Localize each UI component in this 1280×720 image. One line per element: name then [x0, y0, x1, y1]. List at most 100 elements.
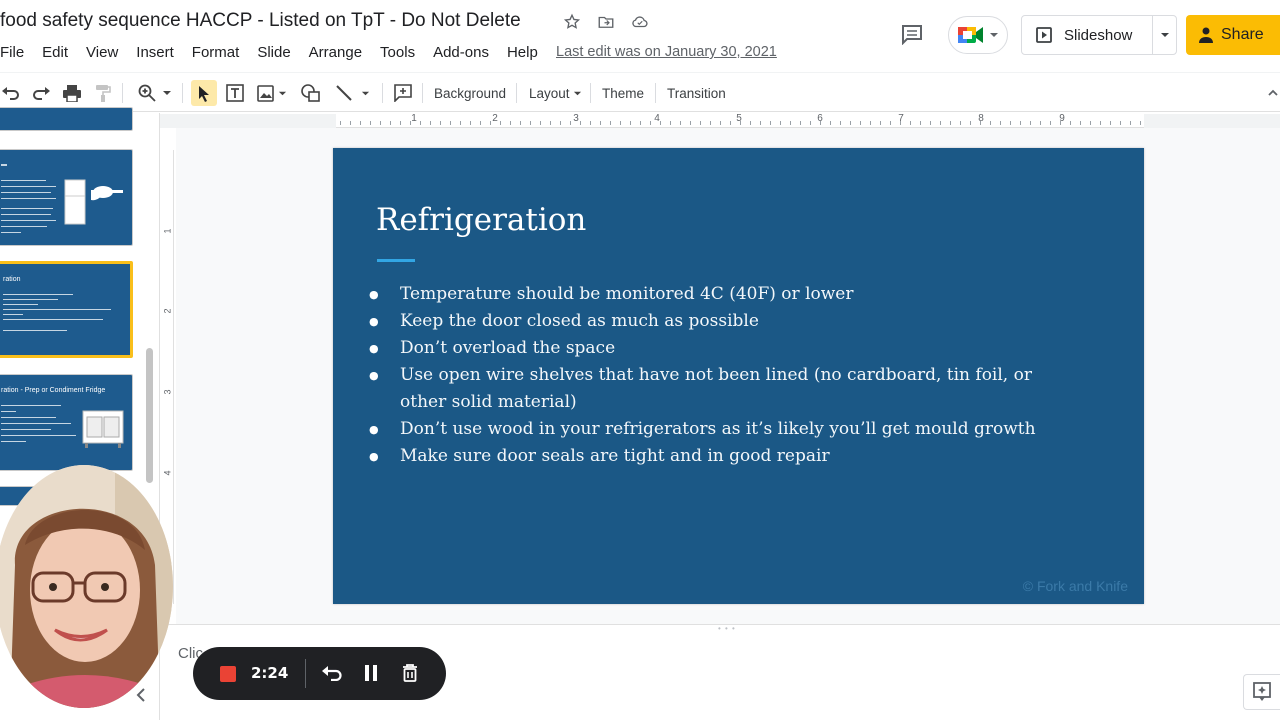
- slide-footer-copyright: © Fork and Knife: [1022, 578, 1128, 594]
- current-slide[interactable]: Refrigeration Temperature should be moni…: [333, 148, 1144, 604]
- menu-insert[interactable]: Insert: [136, 44, 174, 61]
- redo-button[interactable]: [30, 80, 52, 106]
- slide-thumbnail-4[interactable]: ration - Prep or Condiment Fridge: [0, 374, 133, 471]
- ruler-tick: [920, 121, 921, 125]
- prep-fridge-illustration-icon: [82, 410, 124, 448]
- transition-button[interactable]: Transition: [667, 80, 726, 106]
- pause-recording-button[interactable]: [359, 661, 383, 685]
- notes-resize-handle[interactable]: • • •: [718, 624, 736, 633]
- undo-button[interactable]: [0, 80, 22, 106]
- ruler-tick: [990, 121, 991, 125]
- thumbnail-text-line: [1, 208, 53, 209]
- comment-history-button[interactable]: [898, 22, 926, 46]
- ruler-tick: [410, 121, 411, 125]
- line-button[interactable]: [330, 80, 374, 106]
- collapse-filmstrip-button[interactable]: [136, 688, 146, 706]
- bullet-item: Keep the door closed as much as possible: [369, 308, 1069, 335]
- star-icon[interactable]: [562, 12, 582, 32]
- move-folder-icon[interactable]: [596, 12, 616, 32]
- menu-file[interactable]: File: [0, 44, 24, 61]
- share-button[interactable]: Share: [1186, 15, 1280, 55]
- meet-button[interactable]: [948, 16, 1008, 54]
- print-button[interactable]: [60, 80, 84, 106]
- ruler-label: 4: [654, 113, 660, 124]
- menu-edit[interactable]: Edit: [42, 44, 68, 61]
- thumbnail-text-line: [3, 299, 58, 300]
- ruler-tick: [940, 121, 941, 125]
- menu-view[interactable]: View: [86, 44, 118, 61]
- ruler-tick: [800, 121, 801, 125]
- presenter-face-illustration-icon: [0, 465, 173, 708]
- shape-icon: [300, 84, 320, 102]
- menu-help[interactable]: Help: [507, 44, 538, 61]
- ruler-tick: [1120, 121, 1121, 125]
- thumbnail-text-line: [3, 314, 23, 315]
- ruler-tick: [1130, 121, 1131, 125]
- ruler-tick: [480, 121, 481, 125]
- ruler-label: 2: [492, 113, 498, 124]
- shape-button[interactable]: [298, 80, 322, 106]
- ruler-tick: [950, 121, 951, 125]
- ruler-tick: [700, 121, 701, 125]
- theme-button[interactable]: Theme: [602, 80, 644, 106]
- stop-recording-button[interactable]: [220, 666, 236, 682]
- ruler-tick: [760, 121, 761, 125]
- menu-tools[interactable]: Tools: [380, 44, 415, 61]
- slide-bullet-list[interactable]: Temperature should be monitored 4C (40F)…: [369, 281, 1069, 470]
- line-icon: [335, 85, 352, 101]
- add-comment-button[interactable]: [391, 80, 415, 106]
- bullet-item: Don’t use wood in your refrigerators as …: [369, 416, 1069, 443]
- thumbnail-text-line: [1, 226, 47, 227]
- layout-button[interactable]: Layout: [529, 80, 582, 106]
- ruler-tick: [1030, 121, 1031, 125]
- share-label: Share: [1221, 26, 1264, 43]
- ruler-tick: [710, 121, 711, 125]
- horizontal-ruler[interactable]: 1 2 3 4 5 6 7 8 9: [336, 113, 1144, 128]
- pause-icon: [365, 665, 377, 681]
- ruler-tick: [850, 121, 851, 125]
- menu-slide[interactable]: Slide: [257, 44, 290, 61]
- meet-icon: [958, 27, 983, 43]
- ruler-tick: [1100, 121, 1101, 125]
- trash-icon: [403, 664, 417, 682]
- presenter-webcam-bubble[interactable]: [0, 465, 173, 708]
- fridge-and-pan-illustration-icon: [64, 179, 123, 225]
- slide-thumbnail-2[interactable]: [0, 149, 133, 246]
- paint-format-button[interactable]: [92, 80, 114, 106]
- ruler-tick: [370, 121, 371, 125]
- ruler-tick: [840, 121, 841, 125]
- filmstrip-scrollbar[interactable]: [146, 348, 153, 483]
- explore-button[interactable]: [1243, 674, 1280, 710]
- ruler-tick: [890, 121, 891, 125]
- ruler-tick: [580, 121, 581, 125]
- zoom-button[interactable]: [134, 80, 176, 106]
- menu-addons[interactable]: Add-ons: [433, 44, 489, 61]
- text-box-icon: [226, 84, 244, 102]
- slide-title[interactable]: Refrigeration: [376, 202, 586, 238]
- text-box-button[interactable]: [223, 80, 247, 106]
- slide-thumbnail-3[interactable]: ration: [0, 261, 133, 358]
- thumbnail-text-line: [3, 330, 67, 331]
- ruler-label: 3: [162, 389, 173, 395]
- last-edit-link[interactable]: Last edit was on January 30, 2021: [556, 44, 777, 60]
- document-title[interactable]: food safety sequence HACCP - Listed on T…: [0, 10, 521, 32]
- insert-image-button[interactable]: [254, 80, 290, 106]
- toolbar-divider: [655, 83, 656, 103]
- ruler-tick: [500, 121, 501, 125]
- slide-thumbnail-1[interactable]: [0, 107, 133, 131]
- background-button[interactable]: Background: [434, 80, 506, 106]
- ruler-tick: [510, 121, 511, 125]
- slideshow-options-button[interactable]: [1153, 30, 1176, 40]
- collapse-toolbar-button[interactable]: [1266, 80, 1280, 106]
- ruler-tick: [1110, 121, 1111, 125]
- menu-format[interactable]: Format: [192, 44, 240, 61]
- ruler-tick: [720, 121, 721, 125]
- thumbnail-text-line: [3, 304, 38, 305]
- slideshow-button[interactable]: Slideshow: [1022, 16, 1153, 54]
- delete-recording-button[interactable]: [398, 661, 422, 685]
- layout-label: Layout: [529, 85, 570, 101]
- restart-recording-button[interactable]: [320, 661, 344, 685]
- menu-arrange[interactable]: Arrange: [309, 44, 362, 61]
- select-tool-button[interactable]: [191, 80, 217, 106]
- cloud-saved-icon[interactable]: [630, 12, 650, 32]
